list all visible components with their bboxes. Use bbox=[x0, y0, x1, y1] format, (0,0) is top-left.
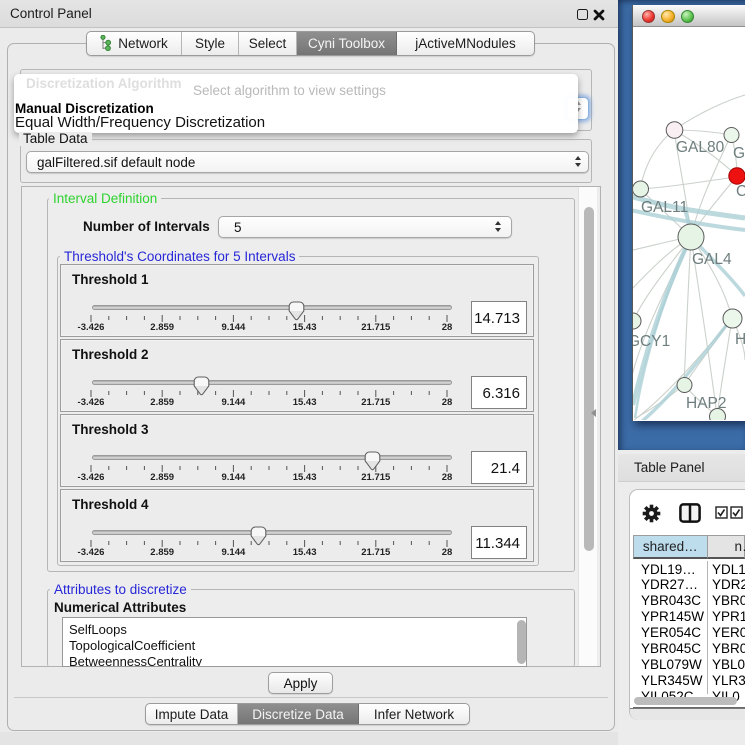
svg-text:GAL11: GAL11 bbox=[641, 199, 688, 216]
svg-text:GA: GA bbox=[733, 145, 745, 162]
svg-text:HAP2: HAP2 bbox=[686, 395, 727, 412]
svg-text:GAL80: GAL80 bbox=[676, 139, 725, 156]
svg-text:C: C bbox=[736, 183, 745, 200]
svg-text:H: H bbox=[735, 331, 745, 348]
svg-text:GCY1: GCY1 bbox=[633, 333, 670, 350]
svg-text:GAL4: GAL4 bbox=[692, 251, 732, 268]
